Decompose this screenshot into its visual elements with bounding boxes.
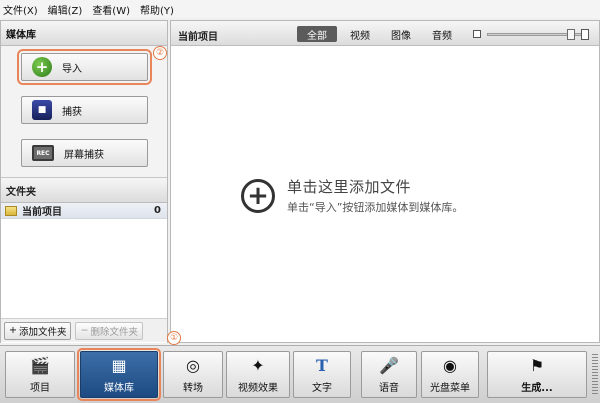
transition-icon: ◎ [186, 355, 200, 375]
menu-edit[interactable]: 编辑(Z) [48, 2, 83, 17]
tab-audio[interactable]: 音频 [425, 26, 459, 42]
media-library-header: 媒体库 [1, 21, 167, 46]
toolbar-voice-label: 语音 [379, 382, 399, 394]
slider-thumb[interactable] [567, 29, 575, 40]
folder-count: 0 [154, 205, 161, 216]
folders-title: 文件夹 [6, 186, 36, 198]
toolbar-grip[interactable] [592, 354, 598, 396]
toolbar-media-library-button[interactable]: ▦ 媒体库 [77, 348, 161, 401]
media-library-icon: ▦ [111, 355, 127, 375]
import-button[interactable]: + 导入 [17, 49, 152, 85]
toolbar-media-library-label: 媒体库 [104, 382, 134, 394]
microphone-icon: 🎤 [379, 355, 399, 375]
capture-button[interactable]: ■ 捕获 [21, 96, 148, 124]
zoom-slider[interactable] [473, 29, 591, 40]
toolbar-text-button[interactable]: T 文字 [293, 351, 351, 398]
add-folder-label: 添加文件夹 [18, 326, 67, 338]
toolbar-transition-label: 转场 [183, 382, 203, 394]
toolbar-disc-menu-label: 光盘菜单 [430, 382, 470, 394]
delete-folder-button[interactable]: − 删除文件夹 [75, 321, 143, 340]
import-label: 导入 [62, 63, 82, 75]
media-library-title: 媒体库 [6, 29, 36, 41]
disc-menu-icon: ◉ [443, 355, 457, 375]
toolbar-disc-menu-button[interactable]: ◉ 光盘菜单 [421, 351, 479, 398]
produce-icon: ⚑ [529, 355, 545, 375]
folder-actions: + 添加文件夹 − 删除文件夹 [1, 318, 167, 342]
folder-icon [5, 205, 17, 216]
folders-header: 文件夹 [1, 178, 167, 203]
capture-label: 捕获 [62, 106, 82, 118]
tab-video[interactable]: 视频 [343, 26, 377, 42]
toolbar-transition-button[interactable]: ◎ 转场 [163, 351, 223, 398]
screen-capture-button[interactable]: REC 屏幕捕获 [21, 139, 148, 167]
add-file-icon: + [241, 178, 275, 213]
menu-help[interactable]: 帮助(Y) [140, 2, 174, 17]
text-icon: T [316, 355, 328, 375]
slider-min-box [473, 30, 481, 38]
content-title: 当前项目 [178, 32, 218, 43]
toolbar-text-label: 文字 [312, 382, 332, 394]
delete-folder-label: 删除文件夹 [90, 326, 138, 338]
callout-marker-1: ① [167, 331, 181, 345]
toolbar-produce-button[interactable]: ⚑ 生成... [487, 351, 587, 398]
menu-bar: 文件(X) 编辑(Z) 查看(W) 帮助(Y) [0, 0, 600, 18]
add-files-drop-zone[interactable]: + 单击这里添加文件 单击“导入”按钮添加媒体到媒体库。 [241, 176, 463, 215]
library-buttons: + 导入 ■ 捕获 REC 屏幕捕获 ② [1, 46, 167, 178]
callout-marker-2: ② [153, 46, 167, 60]
toolbar-video-effects-button[interactable]: ✦ 视频效果 [226, 351, 290, 398]
clapperboard-icon: 🎬 [30, 355, 50, 375]
folder-item-current-project[interactable]: 当前项目 0 [1, 203, 167, 219]
video-effects-icon: ✦ [251, 355, 265, 375]
toolbar-project-button[interactable]: 🎬 项目 [5, 351, 75, 398]
tab-image[interactable]: 图像 [384, 26, 418, 42]
add-folder-button[interactable]: + 添加文件夹 [4, 321, 72, 340]
screen-capture-icon: REC [32, 145, 54, 161]
toolbar-project-label: 项目 [30, 382, 50, 394]
slider-max-box [581, 29, 589, 40]
toolbar-voice-button[interactable]: 🎤 语音 [361, 351, 417, 398]
tab-all[interactable]: 全部 [297, 26, 337, 42]
toolbar-produce-label: 生成... [521, 382, 553, 394]
drop-zone-hint: 单击“导入”按钮添加媒体到媒体库。 [287, 201, 464, 214]
content-panel: 当前项目 全部 视频 图像 音频 + 单击这里添加文件 单击“导入”按钮添加媒体… [170, 20, 600, 343]
screen-capture-label: 屏幕捕获 [64, 149, 104, 161]
drop-zone-title: 单击这里添加文件 [287, 178, 412, 196]
folder-label: 当前项目 [22, 207, 62, 218]
add-icon: + [9, 325, 17, 336]
camcorder-icon: ■ [32, 100, 52, 120]
bottom-toolbar: 🎬 项目 ▦ 媒体库 ◎ 转场 ✦ 视频效果 T 文字 🎤 语音 ◉ 光盘菜单 … [0, 345, 600, 403]
toolbar-video-effects-label: 视频效果 [238, 382, 278, 394]
drop-zone-text: 单击这里添加文件 单击“导入”按钮添加媒体到媒体库。 [287, 176, 463, 215]
menu-view[interactable]: 查看(W) [92, 2, 130, 17]
media-library-panel: 媒体库 + 导入 ■ 捕获 REC 屏幕捕获 ② 文件夹 当前项目 0 + 添加… [0, 20, 168, 343]
menu-file[interactable]: 文件(X) [3, 2, 38, 17]
content-header: 当前项目 全部 视频 图像 音频 [171, 21, 599, 46]
plus-circle-icon: + [32, 57, 52, 77]
minus-icon: − [80, 325, 89, 336]
